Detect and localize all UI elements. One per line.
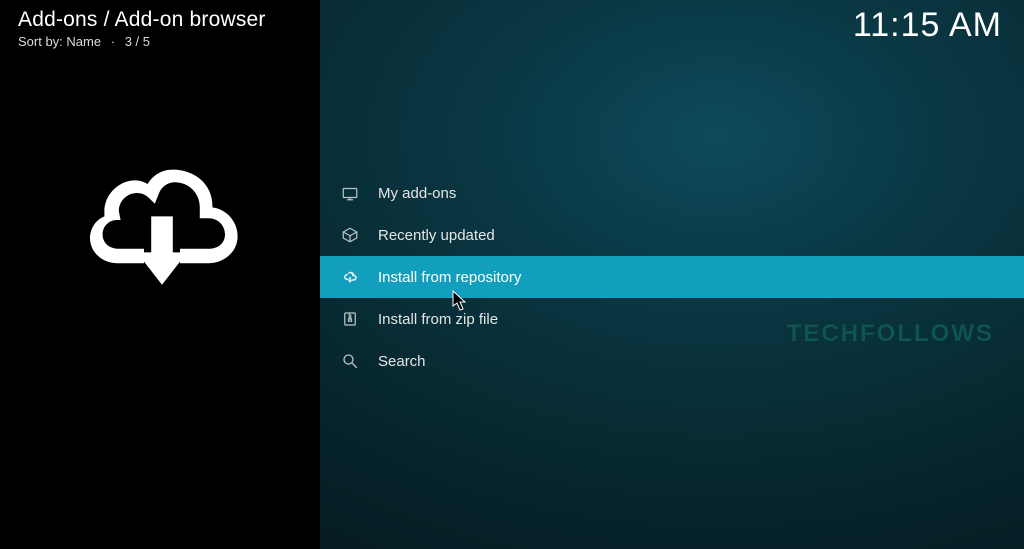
menu-item-label: Install from repository [378, 269, 521, 286]
zip-icon [336, 310, 364, 328]
separator-dot: · [111, 34, 115, 49]
menu-item-recently-updated[interactable]: Recently updated [320, 214, 1024, 256]
cloud-download-icon [336, 268, 364, 286]
sort-prefix: Sort by: [18, 34, 63, 49]
menu-item-label: Install from zip file [378, 311, 498, 328]
sidebar: Add-ons / Add-on browser Sort by: Name ·… [0, 0, 320, 549]
cloud-download-large-icon [72, 130, 252, 310]
watermark: TECHFOLLOWS [787, 320, 994, 348]
breadcrumb: Add-ons / Add-on browser [18, 8, 266, 32]
menu-item-install-from-repository[interactable]: Install from repository [320, 256, 1024, 298]
menu-item-label: My add-ons [378, 185, 456, 202]
menu-item-label: Recently updated [378, 227, 495, 244]
menu-item-label: Search [378, 353, 426, 370]
sort-value: Name [66, 34, 101, 49]
list-position: 3 / 5 [125, 34, 150, 49]
box-icon [336, 226, 364, 244]
addon-browser-menu: My add-ons Recently updated Install from… [320, 172, 1024, 382]
menu-item-my-addons[interactable]: My add-ons [320, 172, 1024, 214]
clock: 11:15 AM [853, 6, 1002, 45]
search-icon [336, 352, 364, 370]
tv-icon [336, 184, 364, 202]
sort-line: Sort by: Name · 3 / 5 [18, 34, 150, 49]
